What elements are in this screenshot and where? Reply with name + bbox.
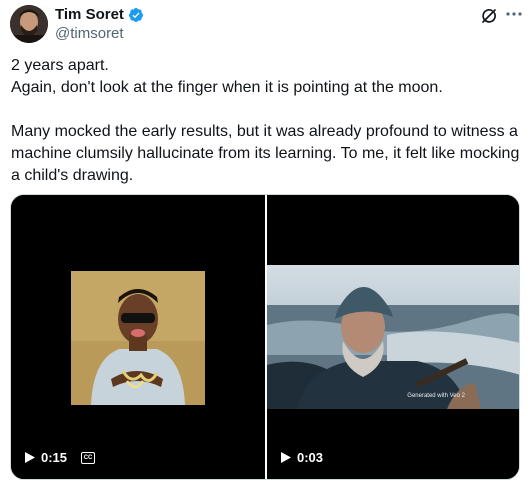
avatar-image: [10, 5, 48, 43]
author-name[interactable]: Tim Soret: [55, 6, 124, 23]
verified-badge-icon: [128, 7, 143, 22]
video-thumbnail-right-image: [267, 265, 519, 409]
video-thumbnail-left[interactable]: [71, 271, 205, 405]
more-options-icon[interactable]: [505, 9, 523, 19]
tweet-text: 2 years apart. Again, don't look at the …: [11, 55, 523, 187]
author-handle[interactable]: @timsoret: [55, 25, 124, 42]
video-duration-right: 0:03: [297, 450, 324, 465]
video-player-right[interactable]: Generated with Veo 2 0:03: [267, 195, 519, 479]
video-duration-left: 0:15: [41, 450, 68, 465]
video-controls-right: 0:03: [281, 450, 323, 465]
captions-icon[interactable]: CC: [81, 451, 96, 464]
tweet-paragraph-2: Many mocked the early results, but it wa…: [11, 123, 520, 184]
grok-icon[interactable]: [480, 7, 498, 25]
media-grid: 0:15 CC Generated with Veo 2 0:03: [10, 194, 520, 480]
avatar[interactable]: [10, 5, 48, 43]
author-name-row[interactable]: Tim Soret: [55, 6, 144, 23]
video-thumbnail-left-image: [71, 271, 205, 405]
video-watermark: Generated with Veo 2: [407, 393, 465, 399]
video-controls-left: 0:15 CC: [25, 450, 96, 465]
video-thumbnail-right[interactable]: Generated with Veo 2: [267, 265, 519, 409]
tweet-paragraph-1: 2 years apart. Again, don't look at the …: [11, 57, 443, 96]
video-player-left[interactable]: 0:15 CC: [11, 195, 265, 479]
play-icon[interactable]: [25, 452, 35, 463]
play-icon[interactable]: [281, 452, 291, 463]
